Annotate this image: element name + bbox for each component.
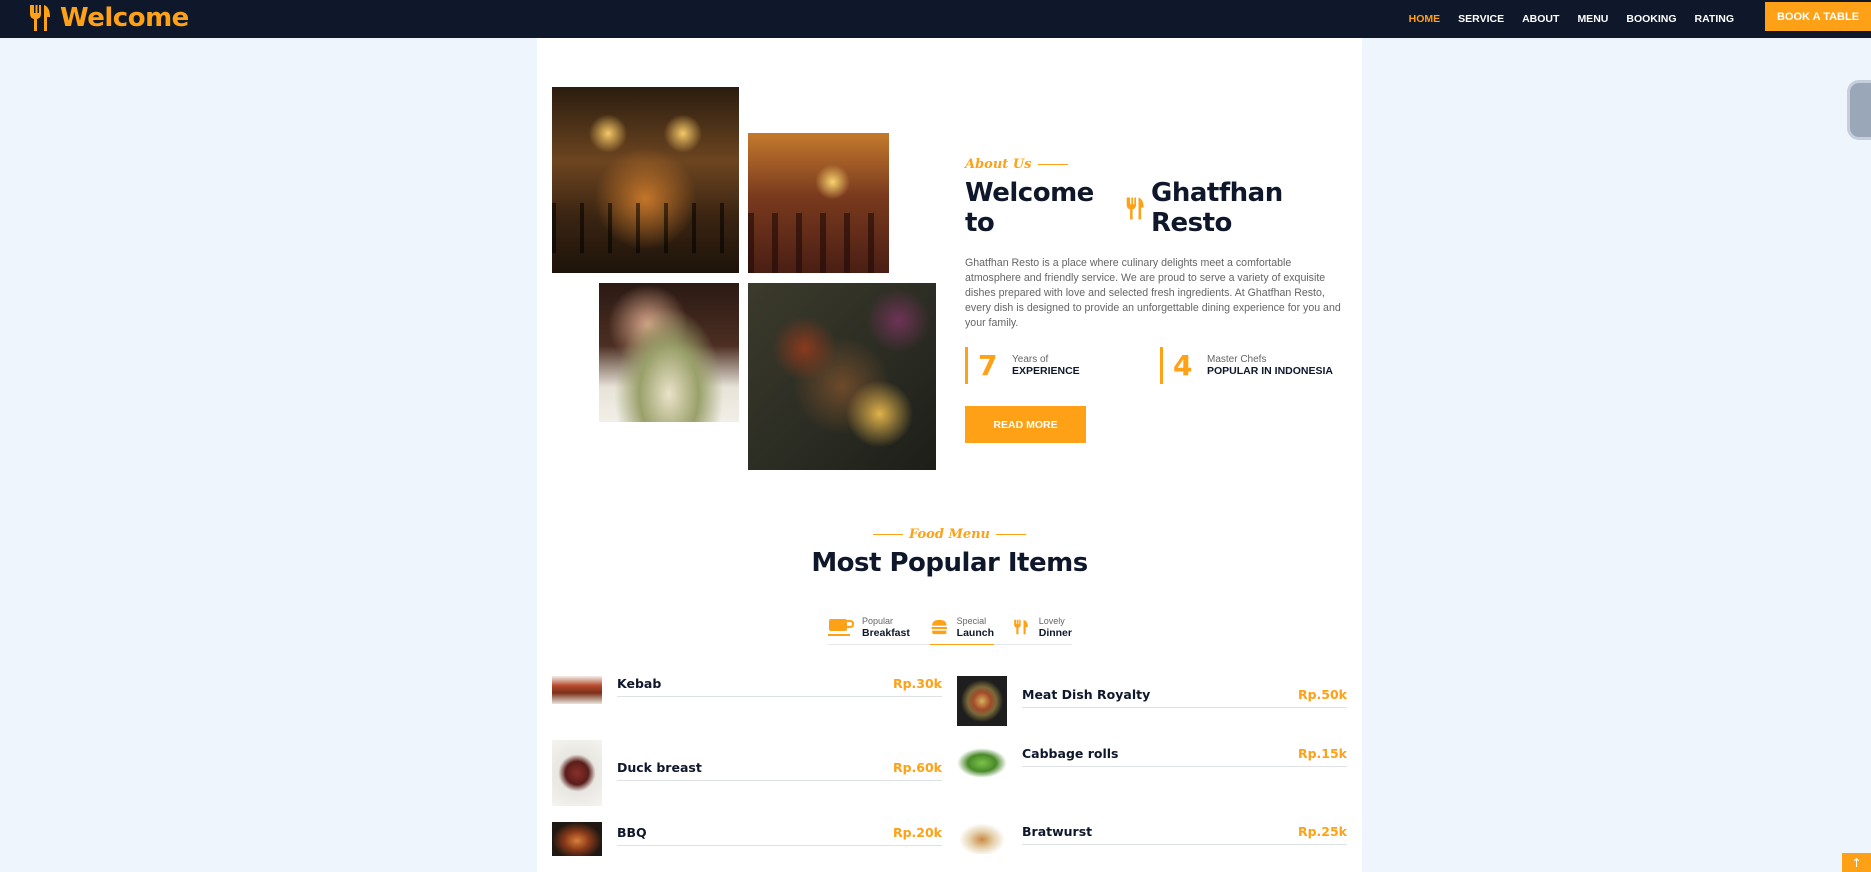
- stat-experience: 7 Years of EXPERIENCE: [965, 347, 1160, 384]
- bbq-image: [552, 822, 602, 856]
- bratwurst-image: [957, 822, 1007, 854]
- brand-logo[interactable]: Welcome: [28, 3, 189, 33]
- menu-header: Food Menu Most Popular Items: [537, 527, 1362, 578]
- kebab-image: [552, 676, 602, 704]
- nav-service[interactable]: SERVICE: [1458, 13, 1504, 25]
- tab-small-label: Special: [956, 615, 987, 626]
- brand-title: Welcome: [60, 3, 189, 33]
- food-price: Rp.50k: [1297, 687, 1347, 702]
- nav-booking[interactable]: BOOKING: [1626, 13, 1676, 25]
- about-title-name: Ghatfhan Resto: [1151, 178, 1283, 238]
- restaurant-interior-image: [552, 87, 739, 273]
- arrow-up-icon: ↑: [1851, 855, 1862, 870]
- menu-tabs: Popular Breakfast Special Launch Lovely: [828, 609, 1072, 645]
- about-title-prefix: Welcome to: [965, 178, 1094, 238]
- coffee-icon: [828, 618, 854, 636]
- back-to-top-button[interactable]: ↑: [1842, 853, 1871, 872]
- utensils-icon: [30, 5, 50, 31]
- stat-value: EXPERIENCE: [1012, 365, 1080, 377]
- food-price: Rp.60k: [892, 760, 942, 775]
- stat-number: 7: [978, 349, 998, 382]
- food-price: Rp.30k: [892, 676, 942, 691]
- cabbage-rolls-image: [957, 748, 1007, 778]
- stat-label: Master Chefs: [1207, 354, 1267, 365]
- read-more-button[interactable]: READ MORE: [965, 406, 1086, 443]
- food-name: Kebab: [617, 676, 662, 691]
- about-section: About Us Welcome to Ghatfhan Resto Ghatf…: [965, 157, 1355, 443]
- food-name: Bratwurst: [1022, 824, 1093, 839]
- nav-home[interactable]: HOME: [1409, 13, 1441, 25]
- tab-big-label: Launch: [956, 626, 994, 639]
- menu-subtitle: Food Menu: [537, 527, 1362, 542]
- subtitle-line: [872, 533, 903, 536]
- main-content: About Us Welcome to Ghatfhan Resto Ghatf…: [537, 38, 1362, 872]
- tab-big-label: Dinner: [1038, 626, 1072, 639]
- menu-item[interactable]: Cabbage rolls Rp.15k: [1022, 746, 1347, 767]
- menu-item[interactable]: Meat Dish Royalty Rp.50k: [1022, 687, 1347, 708]
- restaurant-dining-image: [748, 133, 889, 273]
- menu-subtitle-text: Food Menu: [908, 527, 991, 542]
- tab-launch[interactable]: Special Launch: [930, 609, 994, 645]
- nav-menu-link[interactable]: MENU: [1577, 13, 1608, 25]
- navbar: Welcome HOME SERVICE ABOUT MENU BOOKING …: [0, 0, 1871, 38]
- food-price: Rp.25k: [1297, 824, 1347, 839]
- stat-chefs: 4 Master Chefs POPULAR IN INDONESIA: [1160, 347, 1355, 384]
- salad-dish-image: [599, 283, 739, 422]
- book-table-button[interactable]: BOOK A TABLE: [1765, 2, 1871, 31]
- meat-dish-image: [957, 676, 1007, 726]
- nav-rating[interactable]: RATING: [1695, 13, 1734, 25]
- stat-label: Years of: [1012, 354, 1049, 365]
- food-name: Meat Dish Royalty: [1022, 687, 1151, 702]
- food-price: Rp.20k: [892, 825, 942, 840]
- about-subtitle-text: About Us: [965, 157, 1032, 172]
- nav-menu: HOME SERVICE ABOUT MENU BOOKING RATING: [1409, 13, 1734, 25]
- stat-number: 4: [1173, 349, 1193, 382]
- food-name: Cabbage rolls: [1022, 746, 1119, 761]
- menu-item[interactable]: Bratwurst Rp.25k: [1022, 824, 1347, 845]
- tab-small-label: Lovely: [1038, 615, 1065, 626]
- hamburger-icon: [931, 619, 948, 634]
- food-price: Rp.15k: [1297, 746, 1347, 761]
- menu-title: Most Popular Items: [811, 548, 1088, 578]
- nav-about[interactable]: ABOUT: [1522, 13, 1559, 25]
- platter-dish-image: [748, 283, 936, 470]
- about-subtitle: About Us: [965, 157, 1355, 172]
- menu-item[interactable]: BBQ Rp.20k: [617, 825, 942, 846]
- stats-row: 7 Years of EXPERIENCE 4 Master Chefs POP…: [965, 347, 1355, 384]
- stat-value: POPULAR IN INDONESIA: [1207, 365, 1334, 377]
- tab-breakfast[interactable]: Popular Breakfast: [828, 609, 930, 645]
- food-name: BBQ: [617, 825, 647, 840]
- about-description: Ghatfhan Resto is a place where culinary…: [965, 257, 1341, 329]
- tab-dinner[interactable]: Lovely Dinner: [994, 609, 1072, 645]
- tab-big-label: Breakfast: [862, 626, 910, 639]
- utensils-icon: [1126, 197, 1144, 219]
- food-name: Duck breast: [617, 760, 702, 775]
- duck-breast-image: [552, 740, 602, 806]
- tab-small-label: Popular: [862, 615, 894, 626]
- side-widget-tab[interactable]: [1847, 80, 1871, 140]
- utensils-icon: [1014, 619, 1028, 634]
- menu-item[interactable]: Kebab Rp.30k: [617, 676, 942, 697]
- subtitle-line: [996, 533, 1027, 536]
- about-title: Welcome to Ghatfhan Resto: [965, 178, 1355, 238]
- menu-item[interactable]: Duck breast Rp.60k: [617, 760, 942, 781]
- subtitle-line: [1037, 163, 1068, 166]
